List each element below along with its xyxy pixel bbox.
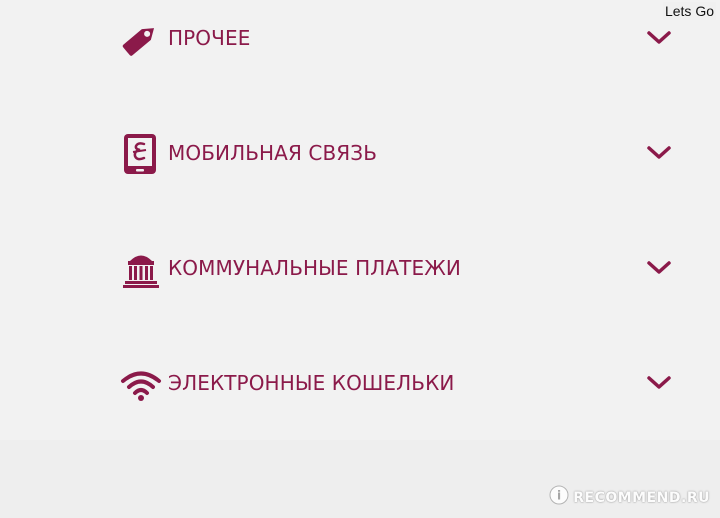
category-label: КОММУНАЛЬНЫЕ ПЛАТЕЖИ <box>168 256 461 280</box>
category-row-utilities[interactable]: КОММУНАЛЬНЫЕ ПЛАТЕЖИ <box>0 234 720 304</box>
watermark-text: RECOMMEND.RU <box>573 489 710 506</box>
mobile-phone-icon <box>120 133 162 175</box>
corner-label: Lets Go <box>662 2 716 20</box>
chevron-down-icon[interactable] <box>645 373 673 393</box>
category-label: МОБИЛЬНАЯ СВЯЗЬ <box>168 141 378 165</box>
building-icon <box>120 248 162 290</box>
chevron-down-icon[interactable] <box>645 258 673 278</box>
watermark-logo-icon: i <box>549 485 569 510</box>
category-label: ЭЛЕКТРОННЫЕ КОШЕЛЬКИ <box>168 371 455 395</box>
page: ПРОЧЕЕ МОБИЛЬНАЯ СВЯЗЬ КОММУНАЛЬНЫЕ ПЛАТ… <box>0 0 720 518</box>
watermark: i RECOMMEND.RU <box>549 485 710 510</box>
chevron-down-icon[interactable] <box>645 143 673 163</box>
svg-text:i: i <box>557 489 561 503</box>
category-label: ПРОЧЕЕ <box>168 26 251 50</box>
chevron-down-icon[interactable] <box>645 28 673 48</box>
wifi-icon <box>120 363 162 405</box>
category-row-other[interactable]: ПРОЧЕЕ <box>0 4 720 74</box>
category-row-mobile[interactable]: МОБИЛЬНАЯ СВЯЗЬ <box>0 119 720 189</box>
category-row-ewallets[interactable]: ЭЛЕКТРОННЫЕ КОШЕЛЬКИ <box>0 349 720 419</box>
tag-icon <box>120 18 162 60</box>
payment-category-list: ПРОЧЕЕ МОБИЛЬНАЯ СВЯЗЬ КОММУНАЛЬНЫЕ ПЛАТ… <box>0 0 720 440</box>
